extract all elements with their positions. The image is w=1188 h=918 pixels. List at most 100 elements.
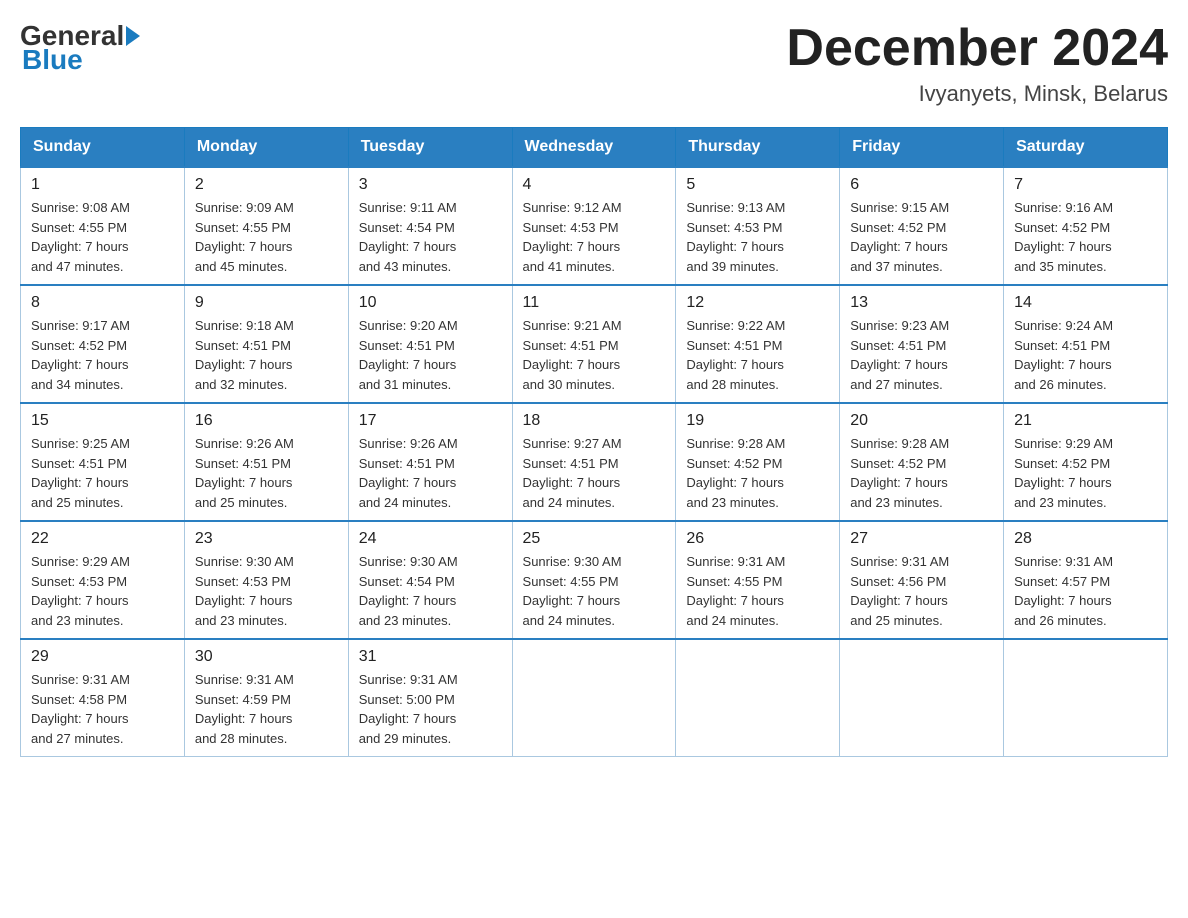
day-info: Sunrise: 9:30 AMSunset: 4:55 PMDaylight:…	[523, 554, 622, 628]
calendar-day-cell: 4 Sunrise: 9:12 AMSunset: 4:53 PMDayligh…	[512, 167, 676, 285]
location-subtitle: Ivyanyets, Minsk, Belarus	[786, 81, 1168, 107]
col-thursday: Thursday	[676, 128, 840, 168]
day-number: 12	[686, 294, 829, 312]
day-info: Sunrise: 9:17 AMSunset: 4:52 PMDaylight:…	[31, 318, 130, 392]
day-number: 17	[359, 412, 502, 430]
day-number: 9	[195, 294, 338, 312]
day-info: Sunrise: 9:15 AMSunset: 4:52 PMDaylight:…	[850, 200, 949, 274]
day-number: 22	[31, 530, 174, 548]
day-info: Sunrise: 9:23 AMSunset: 4:51 PMDaylight:…	[850, 318, 949, 392]
calendar-day-cell: 25 Sunrise: 9:30 AMSunset: 4:55 PMDaylig…	[512, 521, 676, 639]
day-number: 21	[1014, 412, 1157, 430]
day-number: 30	[195, 648, 338, 666]
logo-arrow-icon	[126, 26, 140, 46]
day-info: Sunrise: 9:21 AMSunset: 4:51 PMDaylight:…	[523, 318, 622, 392]
calendar-day-cell: 24 Sunrise: 9:30 AMSunset: 4:54 PMDaylig…	[348, 521, 512, 639]
calendar-day-cell: 8 Sunrise: 9:17 AMSunset: 4:52 PMDayligh…	[21, 285, 185, 403]
day-info: Sunrise: 9:20 AMSunset: 4:51 PMDaylight:…	[359, 318, 458, 392]
day-info: Sunrise: 9:13 AMSunset: 4:53 PMDaylight:…	[686, 200, 785, 274]
day-number: 16	[195, 412, 338, 430]
calendar-day-cell: 10 Sunrise: 9:20 AMSunset: 4:51 PMDaylig…	[348, 285, 512, 403]
day-number: 31	[359, 648, 502, 666]
day-info: Sunrise: 9:11 AMSunset: 4:54 PMDaylight:…	[359, 200, 457, 274]
calendar-day-cell: 11 Sunrise: 9:21 AMSunset: 4:51 PMDaylig…	[512, 285, 676, 403]
day-number: 14	[1014, 294, 1157, 312]
calendar-day-cell: 7 Sunrise: 9:16 AMSunset: 4:52 PMDayligh…	[1004, 167, 1168, 285]
logo-blue-text: Blue	[22, 44, 83, 75]
day-number: 19	[686, 412, 829, 430]
day-number: 7	[1014, 176, 1157, 194]
col-tuesday: Tuesday	[348, 128, 512, 168]
title-section: December 2024 Ivyanyets, Minsk, Belarus	[786, 20, 1168, 107]
day-info: Sunrise: 9:30 AMSunset: 4:53 PMDaylight:…	[195, 554, 294, 628]
day-info: Sunrise: 9:29 AMSunset: 4:52 PMDaylight:…	[1014, 436, 1113, 510]
day-info: Sunrise: 9:26 AMSunset: 4:51 PMDaylight:…	[359, 436, 458, 510]
calendar-day-cell: 21 Sunrise: 9:29 AMSunset: 4:52 PMDaylig…	[1004, 403, 1168, 521]
calendar-day-cell	[840, 639, 1004, 757]
day-number: 11	[523, 294, 666, 312]
calendar-day-cell: 2 Sunrise: 9:09 AMSunset: 4:55 PMDayligh…	[184, 167, 348, 285]
day-number: 23	[195, 530, 338, 548]
day-number: 27	[850, 530, 993, 548]
calendar-week-1: 1 Sunrise: 9:08 AMSunset: 4:55 PMDayligh…	[21, 167, 1168, 285]
calendar-day-cell: 5 Sunrise: 9:13 AMSunset: 4:53 PMDayligh…	[676, 167, 840, 285]
month-title: December 2024	[786, 20, 1168, 77]
calendar-day-cell: 3 Sunrise: 9:11 AMSunset: 4:54 PMDayligh…	[348, 167, 512, 285]
calendar-day-cell: 26 Sunrise: 9:31 AMSunset: 4:55 PMDaylig…	[676, 521, 840, 639]
calendar-day-cell	[676, 639, 840, 757]
calendar-day-cell: 28 Sunrise: 9:31 AMSunset: 4:57 PMDaylig…	[1004, 521, 1168, 639]
col-saturday: Saturday	[1004, 128, 1168, 168]
calendar-table: Sunday Monday Tuesday Wednesday Thursday…	[20, 127, 1168, 757]
page-header: General Blue December 2024 Ivyanyets, Mi…	[20, 20, 1168, 107]
day-number: 18	[523, 412, 666, 430]
day-number: 15	[31, 412, 174, 430]
day-info: Sunrise: 9:25 AMSunset: 4:51 PMDaylight:…	[31, 436, 130, 510]
calendar-day-cell: 13 Sunrise: 9:23 AMSunset: 4:51 PMDaylig…	[840, 285, 1004, 403]
calendar-day-cell: 9 Sunrise: 9:18 AMSunset: 4:51 PMDayligh…	[184, 285, 348, 403]
calendar-day-cell: 30 Sunrise: 9:31 AMSunset: 4:59 PMDaylig…	[184, 639, 348, 757]
day-number: 28	[1014, 530, 1157, 548]
day-info: Sunrise: 9:31 AMSunset: 4:55 PMDaylight:…	[686, 554, 785, 628]
calendar-day-cell: 31 Sunrise: 9:31 AMSunset: 5:00 PMDaylig…	[348, 639, 512, 757]
calendar-day-cell	[512, 639, 676, 757]
day-info: Sunrise: 9:16 AMSunset: 4:52 PMDaylight:…	[1014, 200, 1113, 274]
day-info: Sunrise: 9:31 AMSunset: 4:59 PMDaylight:…	[195, 672, 294, 746]
calendar-day-cell: 18 Sunrise: 9:27 AMSunset: 4:51 PMDaylig…	[512, 403, 676, 521]
day-info: Sunrise: 9:09 AMSunset: 4:55 PMDaylight:…	[195, 200, 294, 274]
day-number: 4	[523, 176, 666, 194]
day-info: Sunrise: 9:12 AMSunset: 4:53 PMDaylight:…	[523, 200, 622, 274]
col-monday: Monday	[184, 128, 348, 168]
day-info: Sunrise: 9:27 AMSunset: 4:51 PMDaylight:…	[523, 436, 622, 510]
calendar-day-cell: 12 Sunrise: 9:22 AMSunset: 4:51 PMDaylig…	[676, 285, 840, 403]
calendar-day-cell	[1004, 639, 1168, 757]
day-info: Sunrise: 9:29 AMSunset: 4:53 PMDaylight:…	[31, 554, 130, 628]
day-number: 1	[31, 176, 174, 194]
calendar-day-cell: 15 Sunrise: 9:25 AMSunset: 4:51 PMDaylig…	[21, 403, 185, 521]
calendar-day-cell: 19 Sunrise: 9:28 AMSunset: 4:52 PMDaylig…	[676, 403, 840, 521]
day-number: 3	[359, 176, 502, 194]
day-info: Sunrise: 9:31 AMSunset: 4:57 PMDaylight:…	[1014, 554, 1113, 628]
day-info: Sunrise: 9:26 AMSunset: 4:51 PMDaylight:…	[195, 436, 294, 510]
day-number: 20	[850, 412, 993, 430]
day-info: Sunrise: 9:28 AMSunset: 4:52 PMDaylight:…	[850, 436, 949, 510]
day-info: Sunrise: 9:31 AMSunset: 4:56 PMDaylight:…	[850, 554, 949, 628]
day-info: Sunrise: 9:28 AMSunset: 4:52 PMDaylight:…	[686, 436, 785, 510]
day-number: 10	[359, 294, 502, 312]
day-number: 13	[850, 294, 993, 312]
calendar-day-cell: 23 Sunrise: 9:30 AMSunset: 4:53 PMDaylig…	[184, 521, 348, 639]
calendar-day-cell: 14 Sunrise: 9:24 AMSunset: 4:51 PMDaylig…	[1004, 285, 1168, 403]
calendar-week-2: 8 Sunrise: 9:17 AMSunset: 4:52 PMDayligh…	[21, 285, 1168, 403]
day-info: Sunrise: 9:31 AMSunset: 4:58 PMDaylight:…	[31, 672, 130, 746]
calendar-week-3: 15 Sunrise: 9:25 AMSunset: 4:51 PMDaylig…	[21, 403, 1168, 521]
day-number: 26	[686, 530, 829, 548]
day-number: 24	[359, 530, 502, 548]
day-info: Sunrise: 9:31 AMSunset: 5:00 PMDaylight:…	[359, 672, 458, 746]
calendar-day-cell: 6 Sunrise: 9:15 AMSunset: 4:52 PMDayligh…	[840, 167, 1004, 285]
calendar-day-cell: 27 Sunrise: 9:31 AMSunset: 4:56 PMDaylig…	[840, 521, 1004, 639]
day-info: Sunrise: 9:18 AMSunset: 4:51 PMDaylight:…	[195, 318, 294, 392]
day-info: Sunrise: 9:30 AMSunset: 4:54 PMDaylight:…	[359, 554, 458, 628]
calendar-day-cell: 17 Sunrise: 9:26 AMSunset: 4:51 PMDaylig…	[348, 403, 512, 521]
day-number: 25	[523, 530, 666, 548]
col-friday: Friday	[840, 128, 1004, 168]
col-sunday: Sunday	[21, 128, 185, 168]
